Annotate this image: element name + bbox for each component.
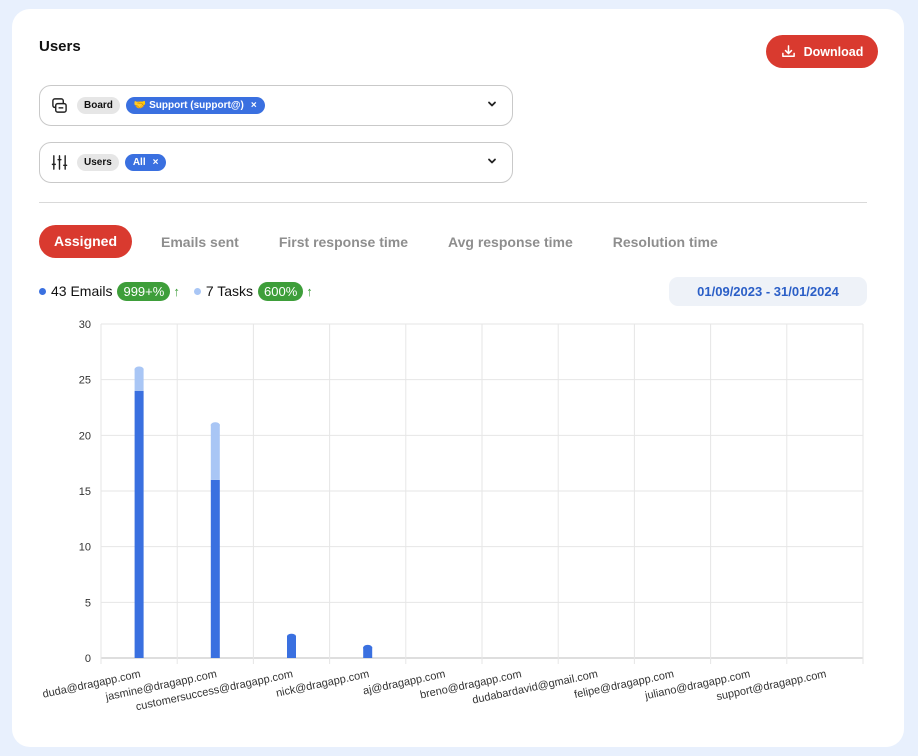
y-tick-label: 30: [79, 319, 91, 331]
bar-cap-3: [363, 644, 373, 651]
y-tick-label: 20: [79, 430, 91, 442]
y-tick-label: 10: [79, 542, 91, 554]
y-axis-ticks: 0 5 10 15 20 25 30: [79, 319, 91, 665]
bar-cap-0: [134, 366, 144, 373]
x-axis-labels: duda@dragapp.comjasmine@dragapp.comcusto…: [42, 668, 828, 713]
bar-emails-0[interactable]: [134, 390, 144, 658]
y-tick-label: 0: [85, 653, 91, 665]
assigned-bar-chart: 0 5 10 15 20 25 30 duda@dragapp.comjasmine@dra…: [42, 319, 864, 713]
bar-cap-2: [287, 633, 296, 640]
y-tick-label: 25: [79, 375, 91, 387]
y-tick-label: 5: [85, 597, 91, 609]
bar-tasks-1[interactable]: [210, 424, 220, 480]
bar-emails-1[interactable]: [210, 479, 220, 658]
bar-cap-1: [210, 422, 220, 429]
y-tick-label: 15: [79, 486, 91, 498]
